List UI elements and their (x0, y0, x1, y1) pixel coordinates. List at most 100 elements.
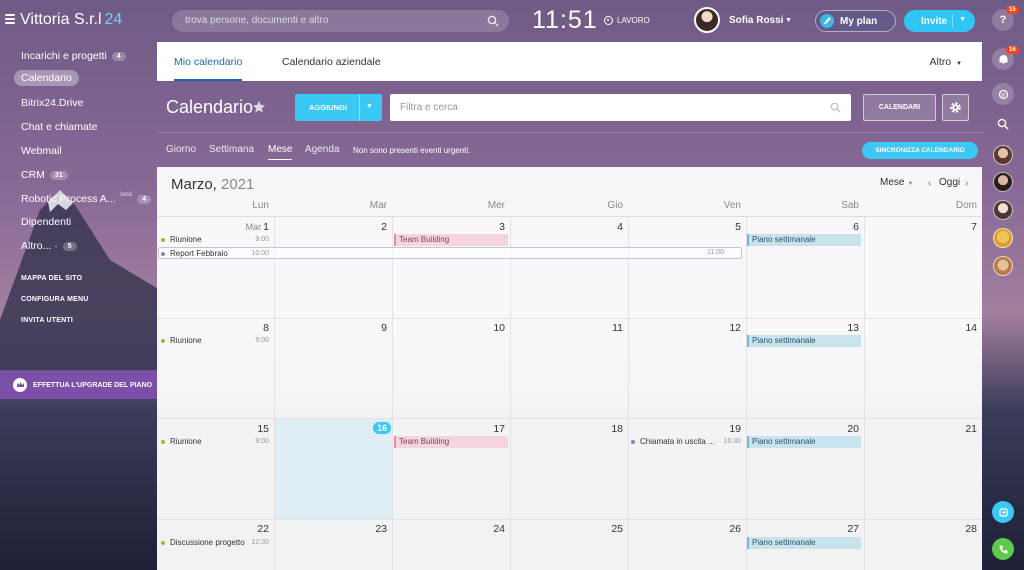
contact-avatar[interactable] (993, 200, 1013, 220)
day-number[interactable]: 7 (865, 221, 983, 233)
day-number[interactable]: 12 (629, 322, 747, 334)
chat-icon[interactable] (992, 83, 1014, 105)
day-number[interactable]: 6 (747, 221, 865, 233)
menu-icon[interactable] (5, 14, 15, 24)
settings-button[interactable] (942, 94, 969, 121)
user-name[interactable]: Sofia Rossi (729, 15, 783, 26)
upgrade-plan-button[interactable]: EFFETTUA L'UPGRADE DEL PIANO (0, 371, 157, 399)
day-number[interactable]: 8 (157, 322, 275, 334)
event-riunione[interactable]: Riunione 9:00 (161, 235, 271, 244)
sidebar-item-employees[interactable]: Dipendenti (14, 214, 78, 230)
day-number[interactable]: 25 (511, 523, 629, 535)
tab-my-calendar[interactable]: Mio calendario (174, 42, 243, 81)
event-chiamata[interactable]: Chiamata in uscita ... 16:30 (631, 437, 743, 446)
sidebar-item-chat[interactable]: Chat e chiamate (14, 119, 104, 135)
day-number[interactable]: 24 (393, 523, 511, 535)
day-number[interactable]: 21 (865, 423, 983, 435)
view-selector[interactable]: Mese ▼ (880, 177, 913, 188)
search-icon[interactable] (992, 113, 1014, 135)
event-dot (161, 251, 165, 256)
day-number[interactable]: 9 (275, 322, 393, 334)
user-avatar[interactable] (694, 7, 720, 33)
sync-calendar-button[interactable]: SINCRONIZZA CALENDARIO (862, 142, 978, 159)
contact-avatar[interactable] (993, 256, 1013, 276)
sidebar-item-calendar[interactable]: Calendario (14, 70, 79, 86)
month-name: Marzo, (171, 176, 217, 193)
more-menu[interactable]: Altro ▼ (930, 56, 962, 68)
sidebar-item-label: Robotic Process A... (21, 193, 116, 205)
grid-line (510, 217, 511, 570)
view-agenda[interactable]: Agenda (305, 144, 339, 155)
calendars-button[interactable]: CALENDARI (863, 94, 936, 121)
today-button[interactable]: Oggi (939, 177, 960, 188)
sidebar-item-drive[interactable]: Bitrix24.Drive (14, 95, 90, 111)
weekday-label: Lun (252, 200, 269, 211)
day-number[interactable]: 11 (511, 322, 629, 334)
day-number[interactable]: 20 (747, 423, 865, 435)
event-piano-settimanale[interactable]: Piano settimanale (747, 537, 861, 549)
sidebar-item-label: Calendario (21, 72, 72, 84)
day-number[interactable]: 14 (865, 322, 983, 334)
company-name[interactable]: Vittoria S.r.l 24 (20, 11, 122, 29)
sidebar-item-webmail[interactable]: Webmail (14, 143, 69, 159)
day-number[interactable]: 18 (511, 423, 629, 435)
today-badge[interactable]: 16 (373, 422, 392, 434)
day-number[interactable]: 3 (393, 221, 511, 233)
month-abbrev: Mar (245, 222, 262, 232)
configure-menu-link[interactable]: CONFIGURA MENU (21, 296, 88, 303)
day-number[interactable]: 17 (393, 423, 511, 435)
event-piano-settimanale[interactable]: Piano settimanale (747, 335, 861, 347)
add-button[interactable]: AGGIUNGI ▼ (295, 94, 382, 121)
day-number[interactable]: 2 (275, 221, 393, 233)
clock[interactable]: 11:51 (532, 6, 598, 35)
open-channel-icon[interactable] (992, 501, 1014, 523)
day-number[interactable]: 28 (865, 523, 983, 535)
view-day[interactable]: Giorno (166, 144, 196, 155)
day-number[interactable]: 23 (275, 523, 393, 535)
previous-month-button[interactable]: ‹ (928, 178, 931, 189)
day-number[interactable]: 26 (629, 523, 747, 535)
contact-avatar[interactable] (993, 145, 1013, 165)
day-number[interactable]: Mar 1 (157, 221, 275, 233)
contact-avatar[interactable] (993, 228, 1013, 248)
global-search-input[interactable]: trova persone, documenti e altro (172, 10, 509, 32)
day-number[interactable]: 27 (747, 523, 865, 535)
event-riunione[interactable]: Riunione 9:00 (161, 336, 271, 345)
view-week[interactable]: Settimana (209, 144, 254, 155)
day-number[interactable]: 10 (393, 322, 511, 334)
phone-icon[interactable] (992, 538, 1014, 560)
day-number[interactable]: 5 (629, 221, 747, 233)
day-number[interactable]: 4 (511, 221, 629, 233)
sidebar-item-tasks[interactable]: Incarichi e progetti 4 (14, 48, 133, 64)
day-number[interactable]: 15 (157, 423, 275, 435)
sidebar-item-rpa[interactable]: Robotic Process A... beta 4 (14, 191, 158, 207)
event-piano-settimanale[interactable]: Piano settimanale (747, 436, 861, 448)
sitemap-link[interactable]: MAPPA DEL SITO (21, 275, 82, 282)
star-icon[interactable] (252, 100, 266, 114)
day-number[interactable]: 13 (747, 322, 865, 334)
sidebar-item-crm[interactable]: CRM 31 (14, 167, 75, 183)
event-discussione[interactable]: Discussione progetto 12:30 (161, 538, 271, 547)
calendar-grid[interactable]: Mar 1 2 3 4 5 6 7 Riunione 9:00 Report Fe… (157, 216, 982, 570)
my-plan-button[interactable]: My plan (815, 10, 896, 32)
day-number[interactable]: 19 (629, 423, 747, 435)
work-status[interactable]: LAVORO (604, 16, 650, 25)
invite-button[interactable]: Invite ▼ (904, 10, 975, 32)
day-number[interactable]: 22 (157, 523, 275, 535)
event-team-building[interactable]: Team Building (394, 436, 508, 448)
event-team-building[interactable]: Team Building (394, 234, 508, 246)
contact-avatar[interactable] (993, 172, 1013, 192)
event-report[interactable]: Report Febbraio 10:00 (161, 249, 271, 258)
next-month-button[interactable]: › (965, 178, 968, 189)
sidebar-item-more[interactable]: Altro... · 5 (14, 238, 84, 254)
filter-search-input[interactable]: Filtra e cerca (390, 94, 851, 121)
event-piano-settimanale[interactable]: Piano settimanale (747, 234, 861, 246)
invite-users-link[interactable]: INVITA UTENTI (21, 317, 73, 324)
view-month[interactable]: Mese (268, 144, 293, 160)
chevron-down-icon[interactable]: ▼ (959, 16, 966, 23)
chevron-down-icon[interactable]: ▼ (366, 103, 373, 110)
event-riunione[interactable]: Riunione 9:00 (161, 437, 271, 446)
tab-company-calendar[interactable]: Calendario aziendale (282, 42, 381, 81)
chevron-down-icon[interactable]: ▼ (785, 17, 792, 24)
grid-line (157, 519, 982, 520)
